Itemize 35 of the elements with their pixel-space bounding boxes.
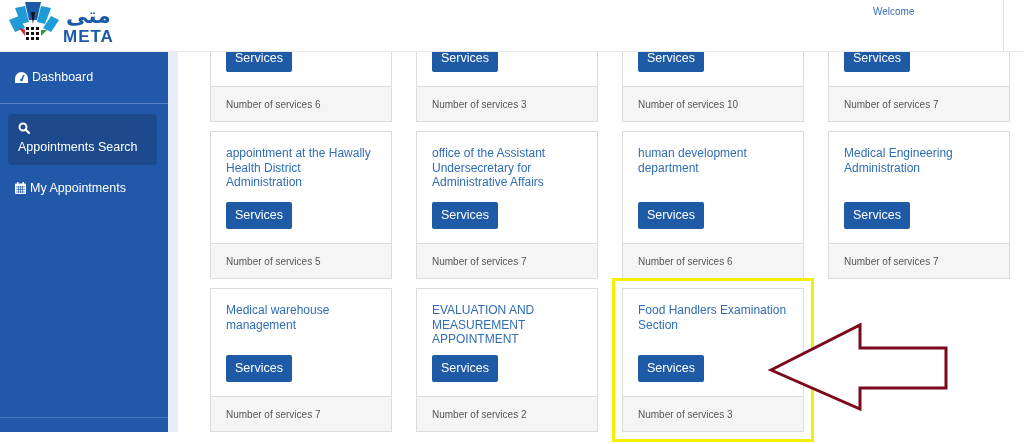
logo-text: متى <box>66 4 111 28</box>
services-button[interactable]: Services <box>844 52 910 72</box>
welcome-text: Welcome <box>873 5 915 19</box>
card-footer: Number of services 7 <box>417 243 597 278</box>
card-footer: Number of services 6 <box>211 86 391 121</box>
card-footer: Number of services 7 <box>829 243 1009 278</box>
card-title: human development department <box>638 146 748 175</box>
card-footer: Number of services 3 <box>417 86 597 121</box>
sidebar-item[interactable]: My Appointments <box>8 174 160 202</box>
services-button[interactable]: Services <box>226 52 292 72</box>
services-button[interactable]: Services <box>432 202 498 229</box>
services-button[interactable]: Services <box>638 202 704 229</box>
card-title: EVALUATION AND MEASUREMENT APPOINTMENT <box>432 303 536 347</box>
card-footer: Number of services 6 <box>623 243 803 278</box>
services-button[interactable]: Services <box>226 202 292 229</box>
services-button[interactable]: Services <box>638 355 704 382</box>
card-title: office of the Assistant Undersecretary for Administrative Affairs <box>432 146 547 190</box>
card-title: appointment at the Hawally Health District Administration <box>226 146 372 190</box>
card-footer: Number of services 7 <box>211 396 391 431</box>
services-button[interactable]: Services <box>638 52 704 72</box>
sidebar-item[interactable]: Dashboard <box>8 64 101 91</box>
services-button[interactable]: Services <box>432 355 498 382</box>
card-footer: Number of services 2 <box>417 396 597 431</box>
services-button[interactable]: Services <box>844 202 910 229</box>
card-footer: Number of services 10 <box>623 86 803 121</box>
sidebar-item[interactable]: Appointments Search <box>8 114 157 165</box>
card-footer: Number of services 5 <box>211 243 391 278</box>
card-title: Food Handlers Examination Section <box>638 303 788 332</box>
card-title: Medical Engineering Administration <box>844 146 954 175</box>
card-footer: Number of services 7 <box>829 86 1009 121</box>
card-footer: Number of services 3 <box>623 396 803 431</box>
services-button[interactable]: Services <box>432 52 498 72</box>
logo-text: META <box>63 28 114 46</box>
services-button[interactable]: Services <box>226 355 292 382</box>
card-title: Medical warehouse management <box>226 303 331 332</box>
